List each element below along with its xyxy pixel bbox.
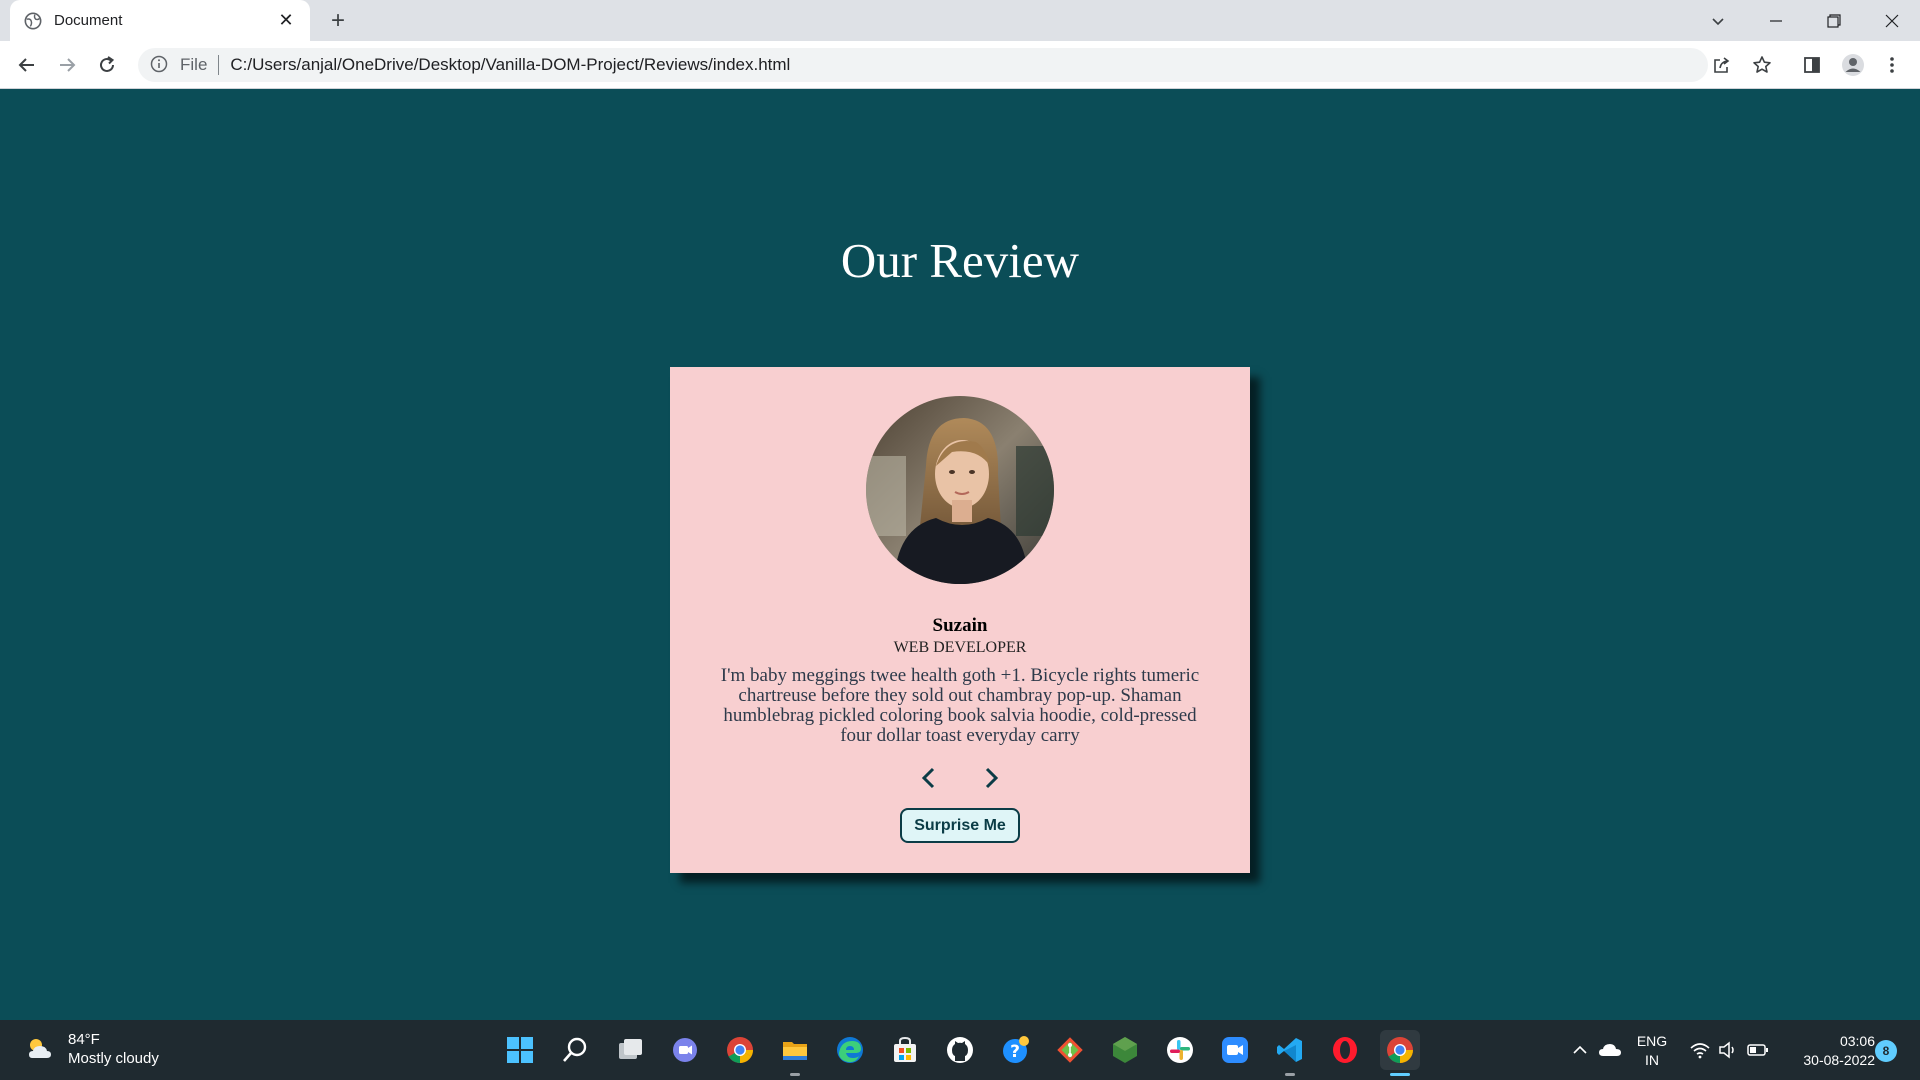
bookmark-star-icon[interactable] — [1746, 49, 1778, 81]
weather-desc: Mostly cloudy — [68, 1050, 159, 1067]
notification-badge[interactable]: 8 — [1875, 1040, 1897, 1062]
address-separator — [218, 55, 220, 75]
clock-time: 03:06 — [1839, 1033, 1875, 1049]
partly-cloudy-icon — [29, 1039, 51, 1058]
zoom-button[interactable] — [1215, 1030, 1255, 1070]
clock-date: 30-08-2022 — [1803, 1052, 1875, 1068]
wifi-icon[interactable] — [1688, 1038, 1712, 1062]
teams-chat-button[interactable] — [665, 1030, 705, 1070]
task-view-icon — [619, 1039, 642, 1059]
chevron-left-icon — [921, 767, 935, 789]
language-code: ENG — [1636, 1033, 1668, 1049]
teams-chat-icon — [673, 1038, 697, 1062]
globe-icon — [24, 12, 42, 30]
tab-strip: Document ✕ + — [0, 0, 1920, 41]
svg-text:?: ? — [1010, 1042, 1020, 1062]
slack-icon — [1167, 1037, 1193, 1063]
start-button[interactable] — [500, 1030, 540, 1070]
show-hidden-icons-button[interactable] — [1568, 1038, 1592, 1062]
kebab-menu-icon[interactable] — [1876, 49, 1908, 81]
store-button[interactable] — [885, 1030, 925, 1070]
tab-search-icon[interactable] — [1690, 0, 1746, 41]
help-icon: ? — [1003, 1036, 1029, 1063]
next-review-button[interactable] — [974, 761, 1008, 795]
file-explorer-icon — [783, 1042, 807, 1060]
running-indicator — [790, 1073, 800, 1076]
reviewer-avatar — [866, 396, 1054, 584]
weather-temp: 84°F — [68, 1031, 100, 1048]
chrome-active-button[interactable] — [1380, 1030, 1420, 1076]
system-clock[interactable]: 03:06 30-08-2022 — [1775, 1032, 1875, 1070]
search-icon — [563, 1037, 587, 1062]
start-icon — [507, 1037, 533, 1063]
vscode-button[interactable] — [1270, 1030, 1310, 1076]
slack-button[interactable] — [1160, 1030, 1200, 1070]
browser-toolbar: File C:/Users/anjal/OneDrive/Desktop/Van… — [0, 41, 1920, 89]
zoom-icon — [1222, 1037, 1248, 1063]
taskbar: 84°F Mostly cloudy ? ENG IN 03:06 30-08-… — [0, 1020, 1920, 1080]
browser-tab[interactable]: Document ✕ — [10, 0, 310, 41]
tab-title: Document — [54, 12, 123, 29]
reload-icon[interactable] — [91, 49, 123, 81]
side-panel-icon[interactable] — [1796, 49, 1828, 81]
store-icon — [894, 1036, 916, 1062]
minimize-icon[interactable] — [1748, 0, 1804, 41]
input-language[interactable]: ENG IN — [1630, 1032, 1674, 1070]
chevron-right-icon — [985, 767, 999, 789]
active-indicator — [1390, 1073, 1410, 1076]
close-window-icon[interactable] — [1864, 0, 1920, 41]
file-explorer-button[interactable] — [775, 1030, 815, 1076]
forward-icon[interactable] — [51, 49, 83, 81]
chrome-active-icon — [1387, 1037, 1413, 1064]
nodejs-button[interactable] — [1105, 1030, 1145, 1070]
new-tab-icon[interactable]: + — [324, 7, 352, 35]
git-icon — [1057, 1037, 1083, 1063]
volume-icon[interactable] — [1716, 1038, 1740, 1062]
reviewer-job: WEB DEVELOPER — [893, 639, 1027, 656]
github-button[interactable] — [940, 1030, 980, 1070]
surprise-me-button[interactable]: Surprise Me — [900, 808, 1020, 843]
address-url[interactable]: C:/Users/anjal/OneDrive/Desktop/Vanilla-… — [230, 55, 790, 75]
git-button[interactable] — [1050, 1030, 1090, 1070]
running-indicator — [1285, 1073, 1295, 1076]
chrome-button[interactable] — [720, 1030, 760, 1070]
info-icon[interactable] — [150, 55, 170, 75]
search-button[interactable] — [555, 1030, 595, 1070]
weather-widget[interactable]: 84°F Mostly cloudy — [24, 1030, 159, 1068]
help-button[interactable]: ? — [995, 1030, 1035, 1070]
opera-icon — [1333, 1037, 1357, 1063]
address-scheme: File — [180, 55, 208, 74]
vscode-icon — [1277, 1038, 1302, 1062]
edge-button[interactable] — [830, 1030, 870, 1070]
address-bar[interactable]: File C:/Users/anjal/OneDrive/Desktop/Van… — [138, 48, 1708, 82]
edge-icon — [837, 1037, 863, 1063]
task-view-button[interactable] — [610, 1030, 650, 1070]
chevron-up-icon — [1573, 1045, 1587, 1054]
restore-icon[interactable] — [1806, 0, 1862, 41]
share-icon[interactable] — [1706, 49, 1738, 81]
back-icon[interactable] — [11, 49, 43, 81]
reviewer-name: Suzain — [932, 615, 988, 636]
review-text: I'm baby meggings twee health goth +1. B… — [720, 665, 1200, 746]
github-icon — [947, 1037, 973, 1063]
page-title: Our Review — [840, 233, 1080, 288]
battery-icon[interactable] — [1746, 1038, 1770, 1062]
profile-avatar-icon[interactable] — [1837, 49, 1869, 81]
chrome-icon — [727, 1037, 754, 1064]
language-region: IN — [1645, 1052, 1659, 1068]
close-tab-icon[interactable]: ✕ — [276, 10, 296, 31]
opera-button[interactable] — [1325, 1030, 1365, 1070]
onedrive-icon[interactable] — [1598, 1038, 1622, 1062]
review-card: Suzain WEB DEVELOPER I'm baby meggings t… — [670, 367, 1250, 873]
prev-review-button[interactable] — [912, 761, 946, 795]
nodejs-icon — [1113, 1037, 1137, 1063]
